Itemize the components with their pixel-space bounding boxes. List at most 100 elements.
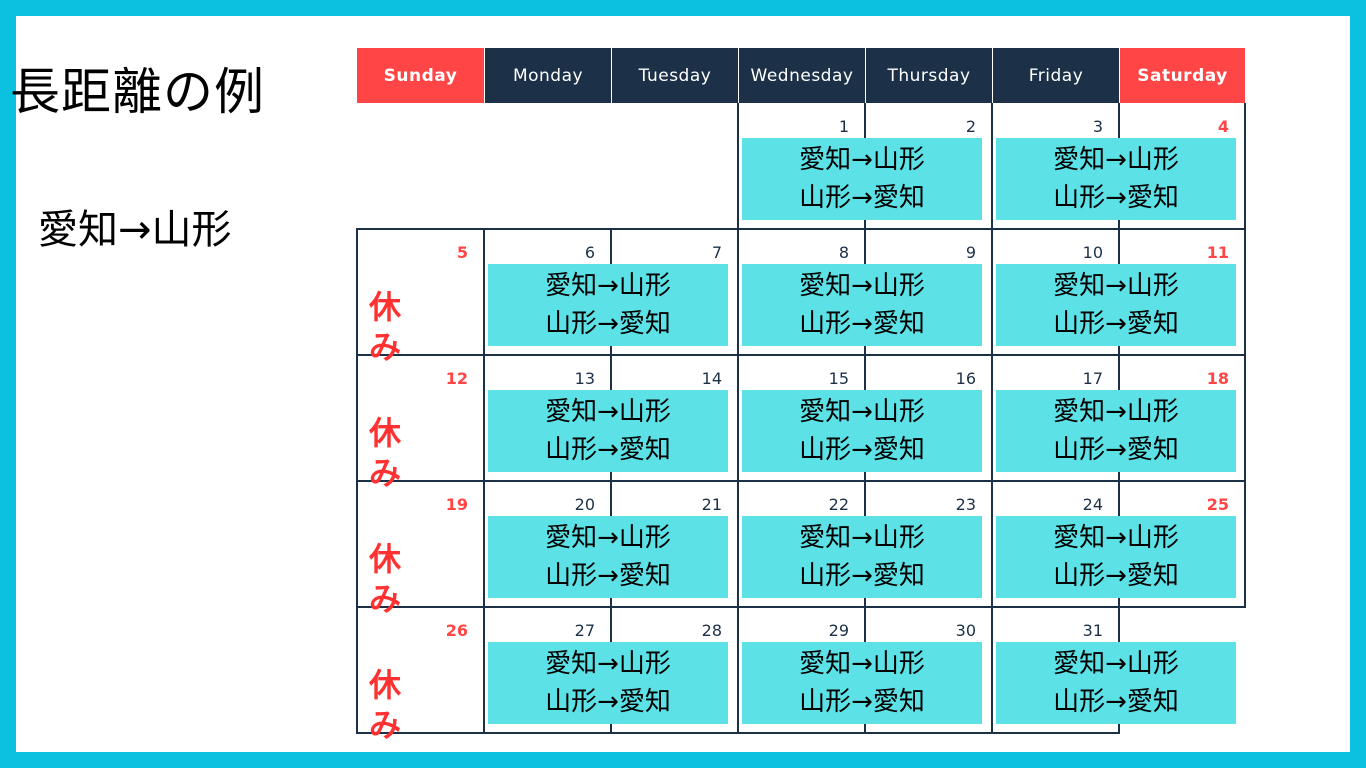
grid-line bbox=[356, 732, 1120, 734]
day-number: 8 bbox=[838, 243, 849, 262]
trip-outbound: 愛知→山形 bbox=[545, 523, 671, 553]
day-number: 31 bbox=[1082, 621, 1103, 640]
trip-return: 山形→愛知 bbox=[1053, 687, 1179, 717]
day-number: 15 bbox=[828, 369, 849, 388]
day-number: 13 bbox=[574, 369, 595, 388]
trip-outbound: 愛知→山形 bbox=[545, 397, 671, 427]
trip-box: 愛知→山形山形→愛知 bbox=[742, 642, 982, 724]
trip-return: 山形→愛知 bbox=[545, 687, 671, 717]
rest-label: 休み bbox=[369, 414, 402, 492]
grid-line bbox=[737, 355, 739, 482]
grid-line bbox=[483, 355, 485, 482]
rest-label: 休み bbox=[369, 540, 402, 618]
day-number: 5 bbox=[456, 243, 468, 262]
day-number: 14 bbox=[701, 369, 722, 388]
grid-line bbox=[356, 228, 738, 230]
day-number: 11 bbox=[1206, 243, 1229, 262]
day-number: 30 bbox=[955, 621, 976, 640]
day-number: 18 bbox=[1206, 369, 1229, 388]
trip-box: 愛知→山形山形→愛知 bbox=[742, 138, 982, 220]
day-number: 29 bbox=[828, 621, 849, 640]
rest-label: 休み bbox=[369, 288, 402, 366]
trip-outbound: 愛知→山形 bbox=[545, 649, 671, 679]
trip-outbound: 愛知→山形 bbox=[799, 649, 925, 679]
day-number: 12 bbox=[445, 369, 468, 388]
weekday-header-monday: Monday bbox=[485, 48, 611, 103]
day-number: 21 bbox=[701, 495, 722, 514]
grid-line bbox=[1244, 103, 1246, 230]
day-number: 1 bbox=[838, 117, 849, 136]
trip-return: 山形→愛知 bbox=[799, 687, 925, 717]
trip-outbound: 愛知→山形 bbox=[1053, 649, 1179, 679]
day-number: 2 bbox=[965, 117, 976, 136]
weekday-header-tuesday: Tuesday bbox=[612, 48, 738, 103]
day-number: 27 bbox=[574, 621, 595, 640]
day-number: 7 bbox=[711, 243, 722, 262]
grid-line bbox=[991, 103, 993, 230]
grid-line bbox=[356, 481, 358, 608]
trip-box: 愛知→山形山形→愛知 bbox=[996, 390, 1236, 472]
grid-line bbox=[991, 481, 993, 608]
grid-line bbox=[483, 229, 485, 356]
weekday-header-thursday: Thursday bbox=[866, 48, 992, 103]
grid-line bbox=[483, 481, 485, 608]
trip-outbound: 愛知→山形 bbox=[1053, 271, 1179, 301]
grid-line bbox=[737, 607, 739, 734]
trip-box: 愛知→山形山形→愛知 bbox=[996, 264, 1236, 346]
trip-return: 山形→愛知 bbox=[545, 435, 671, 465]
trip-return: 山形→愛知 bbox=[799, 183, 925, 213]
trip-box: 愛知→山形 山形→愛知 bbox=[996, 138, 1236, 220]
grid-line bbox=[1244, 481, 1246, 608]
trip-outbound: 愛知→山形 bbox=[799, 523, 925, 553]
day-number: 4 bbox=[1217, 117, 1229, 136]
grid-line bbox=[991, 355, 993, 482]
trip-return: 山形→愛知 bbox=[1053, 435, 1179, 465]
trip-box: 愛知→山形山形→愛知 bbox=[996, 642, 1236, 724]
trip-box: 愛知→山形 山形→愛知 bbox=[742, 390, 982, 472]
trip-return: 山形→愛知 bbox=[1053, 561, 1179, 591]
day-number: 25 bbox=[1206, 495, 1229, 514]
grid-line bbox=[737, 481, 739, 608]
grid-line bbox=[356, 480, 1246, 482]
rest-label: 休み bbox=[369, 666, 402, 744]
trip-outbound: 愛知→山形 bbox=[1053, 397, 1179, 427]
day-number: 9 bbox=[965, 243, 976, 262]
trip-box: 愛知→山形山形→愛知 bbox=[742, 264, 982, 346]
trip-box: 愛知→山形 山形→愛知 bbox=[488, 516, 728, 598]
weekday-header-saturday: Saturday bbox=[1120, 48, 1245, 103]
day-number: 19 bbox=[445, 495, 468, 514]
trip-outbound: 愛知→山形 bbox=[799, 271, 925, 301]
trip-return: 山形→愛知 bbox=[1053, 309, 1179, 339]
day-number: 23 bbox=[955, 495, 976, 514]
day-number: 24 bbox=[1082, 495, 1103, 514]
grid-line bbox=[737, 229, 739, 356]
weekday-header-friday: Friday bbox=[993, 48, 1119, 103]
day-number: 10 bbox=[1082, 243, 1103, 262]
grid-line bbox=[991, 607, 993, 734]
trip-return: 山形→愛知 bbox=[799, 309, 925, 339]
day-number: 26 bbox=[445, 621, 468, 640]
trip-box: 愛知→山形山形→愛知 bbox=[488, 390, 728, 472]
trip-box: 愛知→山形山形→愛知 bbox=[488, 264, 728, 346]
trip-box: 愛知→山形 山形→愛知 bbox=[742, 516, 982, 598]
day-number: 28 bbox=[701, 621, 722, 640]
grid-line bbox=[1244, 229, 1246, 356]
grid-line bbox=[356, 354, 1246, 356]
grid-line bbox=[356, 229, 358, 356]
trip-box: 愛知→山形山形→愛知 bbox=[996, 516, 1236, 598]
slide: 長距離の例 愛知→山形 Sunday Monday Tuesday Wednesday… bbox=[10, 16, 1350, 752]
trip-outbound: 愛知→山形 bbox=[799, 145, 925, 175]
page-title: 長距離の例 bbox=[10, 63, 265, 121]
grid-line bbox=[737, 103, 739, 230]
trip-outbound: 愛知→山形 bbox=[1053, 523, 1179, 553]
grid-line bbox=[1244, 355, 1246, 482]
trip-return: 山形→愛知 bbox=[1053, 183, 1179, 213]
day-number: 3 bbox=[1092, 117, 1103, 136]
grid-line bbox=[483, 607, 485, 734]
trip-outbound: 愛知→山形 bbox=[545, 271, 671, 301]
day-number: 20 bbox=[574, 495, 595, 514]
trip-return: 山形→愛知 bbox=[799, 435, 925, 465]
trip-return: 山形→愛知 bbox=[545, 309, 671, 339]
grid-line bbox=[356, 607, 358, 734]
weekday-header-wednesday: Wednesday bbox=[739, 48, 865, 103]
